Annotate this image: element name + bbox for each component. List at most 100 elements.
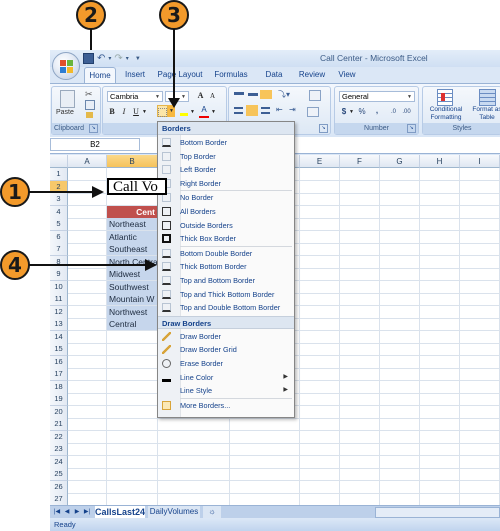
- cell-F9[interactable]: [340, 268, 380, 282]
- cell-I8[interactable]: [460, 255, 500, 269]
- cell-A8[interactable]: [68, 255, 107, 269]
- cell-F16[interactable]: [340, 355, 380, 369]
- bottom-align-icon[interactable]: [260, 90, 272, 99]
- cell-B22[interactable]: [107, 430, 158, 444]
- cell-G17[interactable]: [380, 368, 420, 382]
- cell-C24[interactable]: [158, 455, 230, 469]
- cell-B5[interactable]: Northeast: [107, 218, 158, 232]
- paste-button[interactable]: Paste: [56, 109, 74, 116]
- cell-H7[interactable]: [420, 243, 460, 257]
- cell-B4[interactable]: Cent: [107, 205, 158, 219]
- cell-H4[interactable]: [420, 205, 460, 219]
- cell-B26[interactable]: [107, 480, 158, 494]
- cell-H3[interactable]: [420, 193, 460, 207]
- cell-H18[interactable]: [420, 380, 460, 394]
- cell-I23[interactable]: [460, 443, 500, 457]
- grow-font-button[interactable]: A: [195, 90, 206, 102]
- italic-button[interactable]: I: [119, 106, 129, 118]
- row-header-3[interactable]: 3: [50, 193, 68, 207]
- cell-F6[interactable]: [340, 230, 380, 244]
- menu-item-thick-box-border[interactable]: Thick Box Border: [158, 232, 294, 246]
- row-header-12[interactable]: 12: [50, 305, 68, 319]
- cell-G20[interactable]: [380, 405, 420, 419]
- cell-F1[interactable]: [340, 168, 380, 182]
- align-left-icon[interactable]: [234, 107, 243, 114]
- cell-I14[interactable]: [460, 330, 500, 344]
- cell-I26[interactable]: [460, 480, 500, 494]
- cell-A26[interactable]: [68, 480, 107, 494]
- orientation-icon[interactable]: ⤵▾: [278, 89, 290, 100]
- cell-A12[interactable]: [68, 305, 107, 319]
- column-header-b[interactable]: B: [107, 155, 158, 168]
- cell-H17[interactable]: [420, 368, 460, 382]
- cell-F23[interactable]: [340, 443, 380, 457]
- cell-B21[interactable]: [107, 418, 158, 432]
- cell-C23[interactable]: [158, 443, 230, 457]
- menu-item-draw-border[interactable]: Draw Border: [158, 330, 294, 344]
- cell-F19[interactable]: [340, 393, 380, 407]
- horizontal-scrollbar[interactable]: [375, 507, 500, 518]
- cell-E7[interactable]: [300, 243, 340, 257]
- tab-data[interactable]: Data: [256, 67, 292, 83]
- cell-H1[interactable]: [420, 168, 460, 182]
- percent-button[interactable]: %: [357, 106, 367, 118]
- menu-item-left-border[interactable]: Left Border: [158, 163, 294, 177]
- cell-F4[interactable]: [340, 205, 380, 219]
- menu-item-erase-border[interactable]: Erase Border: [158, 357, 294, 371]
- alignment-launcher[interactable]: ↘: [319, 124, 328, 133]
- cell-I21[interactable]: [460, 418, 500, 432]
- cell-I3[interactable]: [460, 193, 500, 207]
- cell-I16[interactable]: [460, 355, 500, 369]
- cell-D25[interactable]: [230, 468, 300, 482]
- row-header-9[interactable]: 9: [50, 268, 68, 282]
- cell-E3[interactable]: [300, 193, 340, 207]
- column-header-a[interactable]: A: [68, 155, 107, 168]
- menu-item-top-border[interactable]: Top Border: [158, 150, 294, 164]
- cell-B11[interactable]: Mountain W: [107, 293, 158, 307]
- cell-B20[interactable]: [107, 405, 158, 419]
- copy-icon[interactable]: [85, 100, 95, 110]
- cell-D26[interactable]: [230, 480, 300, 494]
- cell-C26[interactable]: [158, 480, 230, 494]
- fill-color-icon[interactable]: [179, 105, 189, 117]
- cell-G10[interactable]: [380, 280, 420, 294]
- cell-A25[interactable]: [68, 468, 107, 482]
- cell-A22[interactable]: [68, 430, 107, 444]
- cell-A18[interactable]: [68, 380, 107, 394]
- cell-H9[interactable]: [420, 268, 460, 282]
- cell-G22[interactable]: [380, 430, 420, 444]
- cell-H6[interactable]: [420, 230, 460, 244]
- cell-G7[interactable]: [380, 243, 420, 257]
- row-header-14[interactable]: 14: [50, 330, 68, 344]
- currency-button[interactable]: $: [340, 106, 348, 118]
- cell-H10[interactable]: [420, 280, 460, 294]
- cell-G2[interactable]: [380, 180, 420, 194]
- cell-G16[interactable]: [380, 355, 420, 369]
- cell-G18[interactable]: [380, 380, 420, 394]
- cell-E18[interactable]: [300, 380, 340, 394]
- menu-item-line-color[interactable]: Line Color ▶: [158, 371, 294, 385]
- menu-item-draw-border-grid[interactable]: Draw Border Grid: [158, 343, 294, 357]
- cell-A17[interactable]: [68, 368, 107, 382]
- tab-page-layout[interactable]: Page Layout: [154, 67, 206, 83]
- cell-E21[interactable]: [300, 418, 340, 432]
- menu-item-top-and-double-bottom-border[interactable]: Top and Double Bottom Border: [158, 301, 294, 315]
- tab-formulas[interactable]: Formulas: [206, 67, 256, 83]
- cell-F17[interactable]: [340, 368, 380, 382]
- cell-F3[interactable]: [340, 193, 380, 207]
- cell-F2[interactable]: [340, 180, 380, 194]
- cell-E4[interactable]: [300, 205, 340, 219]
- cell-A15[interactable]: [68, 343, 107, 357]
- insert-sheet-icon[interactable]: ☼: [203, 506, 221, 518]
- cell-E20[interactable]: [300, 405, 340, 419]
- save-icon[interactable]: [83, 53, 94, 64]
- cell-E8[interactable]: [300, 255, 340, 269]
- column-header-e[interactable]: E: [300, 155, 340, 168]
- first-sheet-icon[interactable]: |◀: [53, 506, 61, 518]
- undo-icon[interactable]: ↶: [97, 53, 105, 64]
- cell-I19[interactable]: [460, 393, 500, 407]
- cell-B2[interactable]: Call Vo: [107, 177, 167, 195]
- merge-center-icon[interactable]: [307, 107, 319, 117]
- cell-B6[interactable]: Atlantic: [107, 230, 158, 244]
- cell-F25[interactable]: [340, 468, 380, 482]
